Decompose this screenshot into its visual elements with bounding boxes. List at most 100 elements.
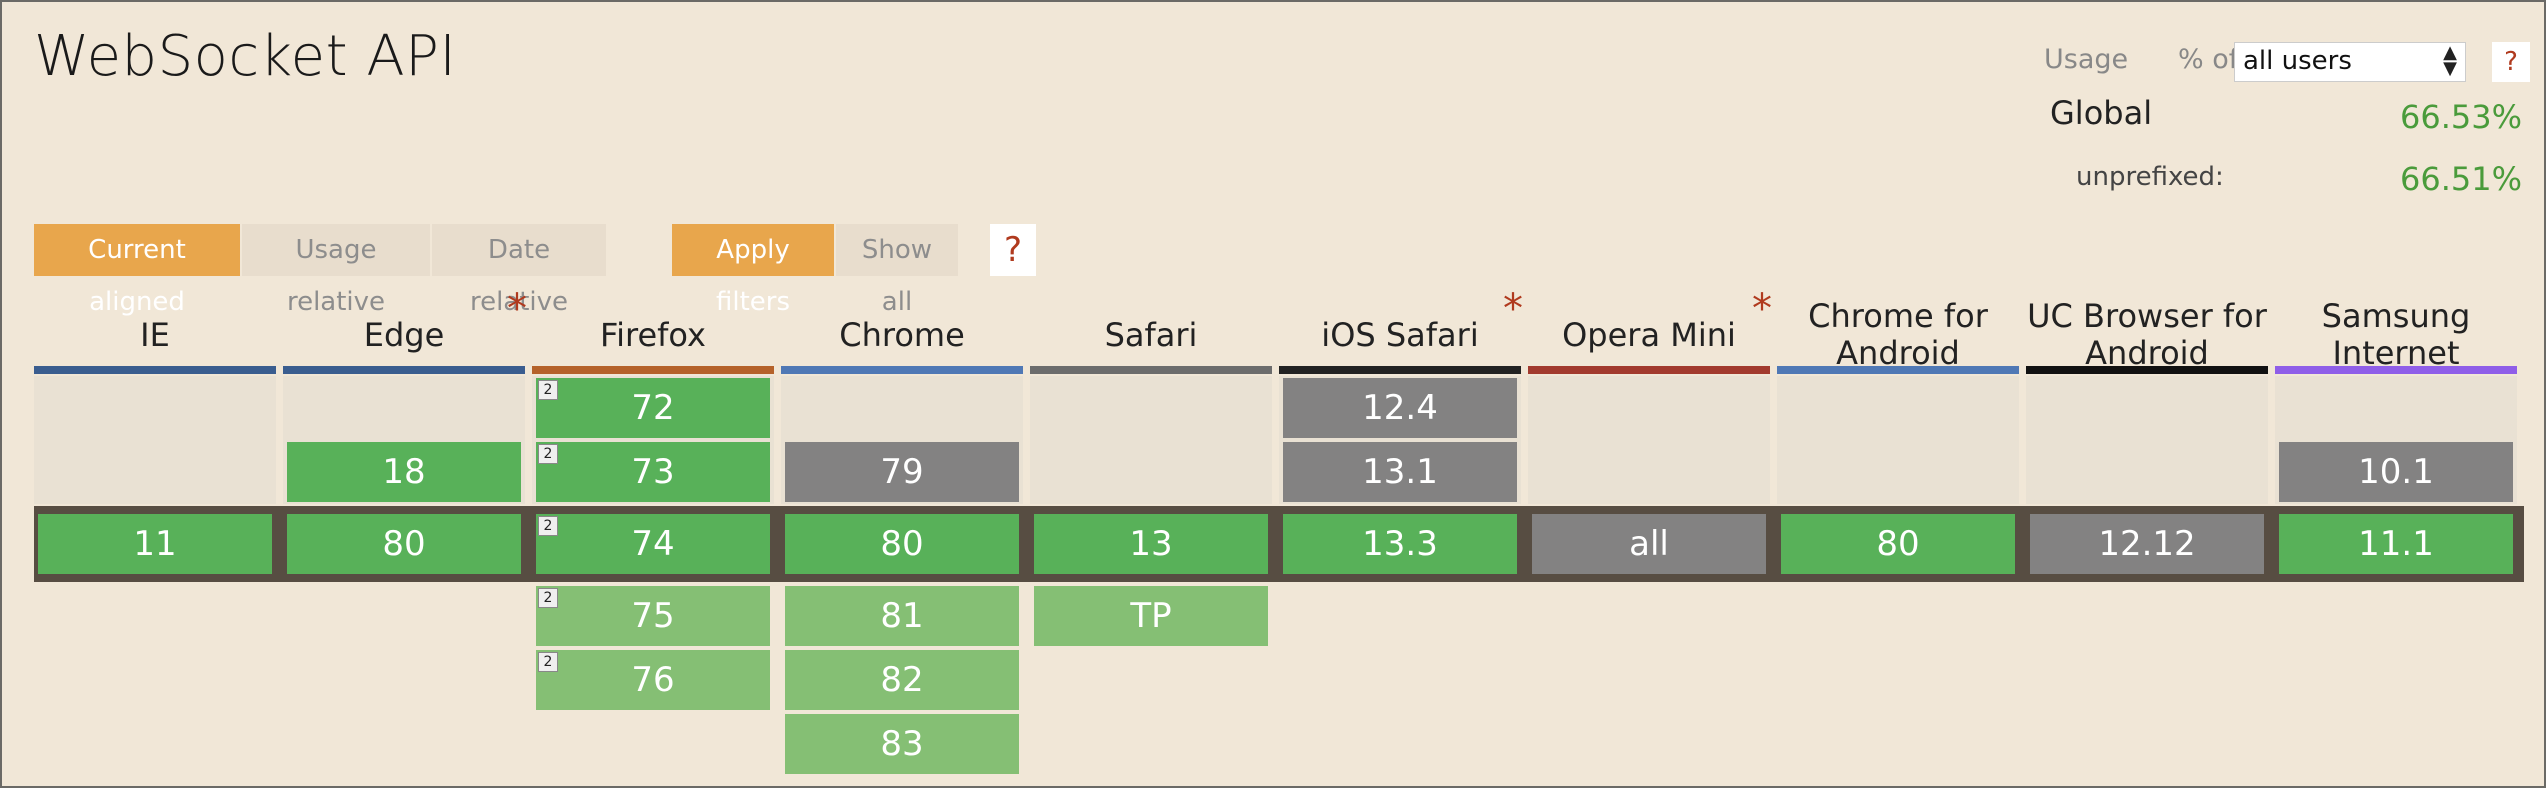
- apply-filters-button[interactable]: Apply filters: [672, 224, 834, 317]
- version-cell[interactable]: 11: [38, 514, 272, 574]
- version-cell[interactable]: 82: [785, 650, 1019, 710]
- browser-header[interactable]: IE: [34, 298, 276, 372]
- browser-name: Opera Mini: [1562, 315, 1736, 354]
- version-label: 74: [631, 524, 675, 564]
- browser-header[interactable]: Edge: [283, 298, 525, 372]
- version-label: 81: [880, 596, 924, 636]
- browser-color-bar: [34, 366, 276, 374]
- version-cell[interactable]: 12.12: [2030, 514, 2264, 574]
- version-label: 18: [382, 452, 426, 492]
- version-label: 80: [880, 524, 924, 564]
- browser-color-bar: [1030, 366, 1272, 374]
- version-label: all: [1629, 524, 1669, 564]
- browser-color-bar: [1528, 366, 1770, 374]
- global-label: Global: [2050, 94, 2153, 132]
- unprefixed-label: unprefixed:: [2076, 162, 2224, 192]
- unprefixed-percent: 66.51%: [2399, 160, 2522, 198]
- page-title: WebSocket API: [34, 24, 457, 89]
- version-cell[interactable]: 80: [785, 514, 1019, 574]
- browser-name: Chrome: [839, 315, 965, 354]
- browser-header[interactable]: Samsung Internet: [2275, 298, 2517, 372]
- date-relative-button[interactable]: Date relative: [432, 224, 606, 317]
- version-cell[interactable]: 13.1: [1283, 442, 1517, 502]
- browser-color-bar: [781, 366, 1023, 374]
- version-cell[interactable]: all: [1532, 514, 1766, 574]
- past-versions-area: [34, 376, 276, 504]
- filters-help-button[interactable]: ?: [990, 224, 1036, 276]
- browser-name: Chrome for Android: [1808, 297, 1988, 372]
- browser-name: IE: [140, 315, 170, 354]
- show-all-button[interactable]: Show all: [836, 224, 958, 317]
- version-label: 76: [631, 660, 675, 700]
- past-versions-area: [1777, 376, 2019, 504]
- version-cell[interactable]: 74 2: [536, 514, 770, 574]
- version-cell[interactable]: 12.4: [1283, 378, 1517, 438]
- version-label: 80: [1876, 524, 1920, 564]
- note-badge: 2: [538, 588, 558, 608]
- note-badge: 2: [538, 380, 558, 400]
- browser-name: iOS Safari: [1321, 315, 1479, 354]
- select-arrows-icon: ▲ ▼: [2443, 42, 2457, 79]
- version-cell[interactable]: TP: [1034, 586, 1268, 646]
- usage-relative-button[interactable]: Usage relative: [242, 224, 430, 317]
- browser-color-bar: [2026, 366, 2268, 374]
- past-versions-area: [1030, 376, 1272, 504]
- browser-header[interactable]: Opera Mini: [1528, 298, 1770, 372]
- version-label: 13.3: [1362, 524, 1438, 564]
- browser-name: Edge: [363, 315, 445, 354]
- version-cell[interactable]: 81: [785, 586, 1019, 646]
- version-cell[interactable]: 72 2: [536, 378, 770, 438]
- version-label: 83: [880, 724, 924, 764]
- version-label: 11: [133, 524, 177, 564]
- version-cell[interactable]: 80: [287, 514, 521, 574]
- version-cell[interactable]: 11.1: [2279, 514, 2513, 574]
- version-cell[interactable]: 13: [1034, 514, 1268, 574]
- browser-header[interactable]: Chrome: [781, 298, 1023, 372]
- browser-name: Safari: [1104, 315, 1198, 354]
- version-label: 72: [631, 388, 675, 428]
- version-cell[interactable]: 73 2: [536, 442, 770, 502]
- global-percent: 66.53%: [2399, 98, 2522, 136]
- browser-name: Samsung Internet: [2321, 297, 2471, 372]
- version-label: 10.1: [2358, 452, 2434, 492]
- user-scope-value: all users: [2243, 46, 2352, 76]
- version-cell[interactable]: 79: [785, 442, 1019, 502]
- version-label: 11.1: [2358, 524, 2434, 564]
- version-cell[interactable]: 83: [785, 714, 1019, 774]
- browser-color-bar: [1279, 366, 1521, 374]
- version-label: 12.12: [2098, 524, 2196, 564]
- browser-color-bar: [2275, 366, 2517, 374]
- version-label: 82: [880, 660, 924, 700]
- user-scope-select[interactable]: all users ▲ ▼: [2234, 42, 2466, 82]
- browser-name: Firefox: [600, 315, 706, 354]
- browser-header[interactable]: Chrome for Android: [1777, 298, 2019, 372]
- note-badge: 2: [538, 444, 558, 464]
- version-label: TP: [1130, 596, 1172, 636]
- note-badge: 2: [538, 516, 558, 536]
- usage-help-button[interactable]: ?: [2492, 42, 2530, 82]
- browser-header[interactable]: UC Browser for Android: [2026, 298, 2268, 372]
- version-label: 13: [1129, 524, 1173, 564]
- browser-color-bar: [532, 366, 774, 374]
- percent-of-label: % of: [2178, 44, 2239, 75]
- version-cell[interactable]: 10.1: [2279, 442, 2513, 502]
- note-badge: 2: [538, 652, 558, 672]
- version-label: 13.1: [1362, 452, 1438, 492]
- version-cell[interactable]: 13.3: [1283, 514, 1517, 574]
- partial-note-star-icon: *: [1503, 286, 1523, 332]
- version-cell[interactable]: 80: [1781, 514, 2015, 574]
- browser-header[interactable]: Safari: [1030, 298, 1272, 372]
- browser-color-bar: [283, 366, 525, 374]
- version-cell[interactable]: 18: [287, 442, 521, 502]
- current-aligned-button[interactable]: Current aligned: [34, 224, 240, 317]
- browser-header[interactable]: Firefox: [532, 298, 774, 372]
- browser-color-bar: [1777, 366, 2019, 374]
- version-label: 75: [631, 596, 675, 636]
- version-label: 12.4: [1362, 388, 1438, 428]
- partial-note-star-icon: *: [507, 286, 527, 332]
- version-cell[interactable]: 75 2: [536, 586, 770, 646]
- version-cell[interactable]: 76 2: [536, 650, 770, 710]
- browser-header[interactable]: iOS Safari: [1279, 298, 1521, 372]
- partial-note-star-icon: *: [1752, 286, 1772, 332]
- past-versions-area: [1528, 376, 1770, 504]
